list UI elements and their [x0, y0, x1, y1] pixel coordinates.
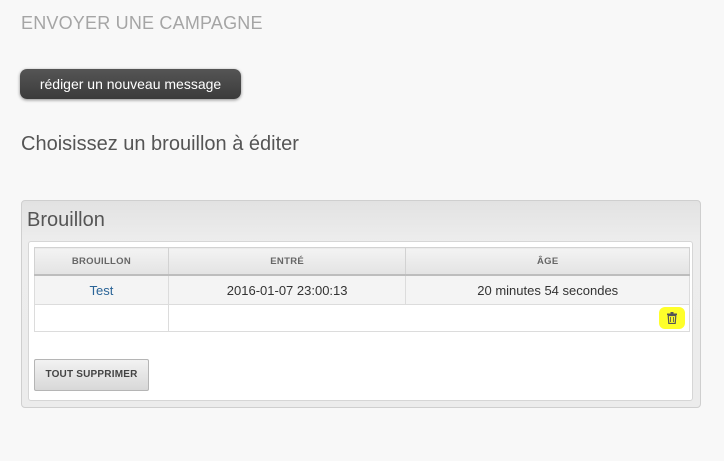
page-title: ENVOYER UNE CAMPAGNE — [21, 13, 263, 33]
compose-new-message-button[interactable]: rédiger un nouveau message — [20, 69, 241, 99]
panel-body: BROUILLON ENTRÉ ÂGE Test 2016-01-07 23:0… — [28, 241, 693, 401]
draft-name-cell: Test — [34, 274, 169, 305]
column-header-entered[interactable]: ENTRÉ — [167, 247, 407, 276]
table-header-row: BROUILLON ENTRÉ ÂGE — [34, 247, 690, 276]
actions-empty-cell — [34, 304, 169, 332]
section-heading: Choisissez un brouillon à éditer — [21, 133, 299, 155]
draft-entered-cell: 2016-01-07 23:00:13 — [167, 274, 407, 305]
trash-icon[interactable] — [659, 307, 685, 329]
draft-age-cell: 20 minutes 54 secondes — [405, 274, 690, 305]
table-row-actions — [34, 304, 691, 332]
table-row: Test 2016-01-07 23:00:13 20 minutes 54 s… — [34, 274, 690, 305]
column-header-age[interactable]: ÂGE — [405, 247, 690, 276]
panel-title: Brouillon — [27, 209, 105, 231]
actions-cell — [167, 304, 691, 332]
drafts-table: BROUILLON ENTRÉ ÂGE Test 2016-01-07 23:0… — [34, 247, 691, 332]
draft-link[interactable]: Test — [90, 283, 114, 298]
delete-all-button[interactable]: TOUT SUPPRIMER — [34, 359, 149, 391]
column-header-draft[interactable]: BROUILLON — [34, 247, 169, 276]
drafts-panel: Brouillon BROUILLON ENTRÉ ÂGE Test 2016-… — [21, 200, 701, 408]
